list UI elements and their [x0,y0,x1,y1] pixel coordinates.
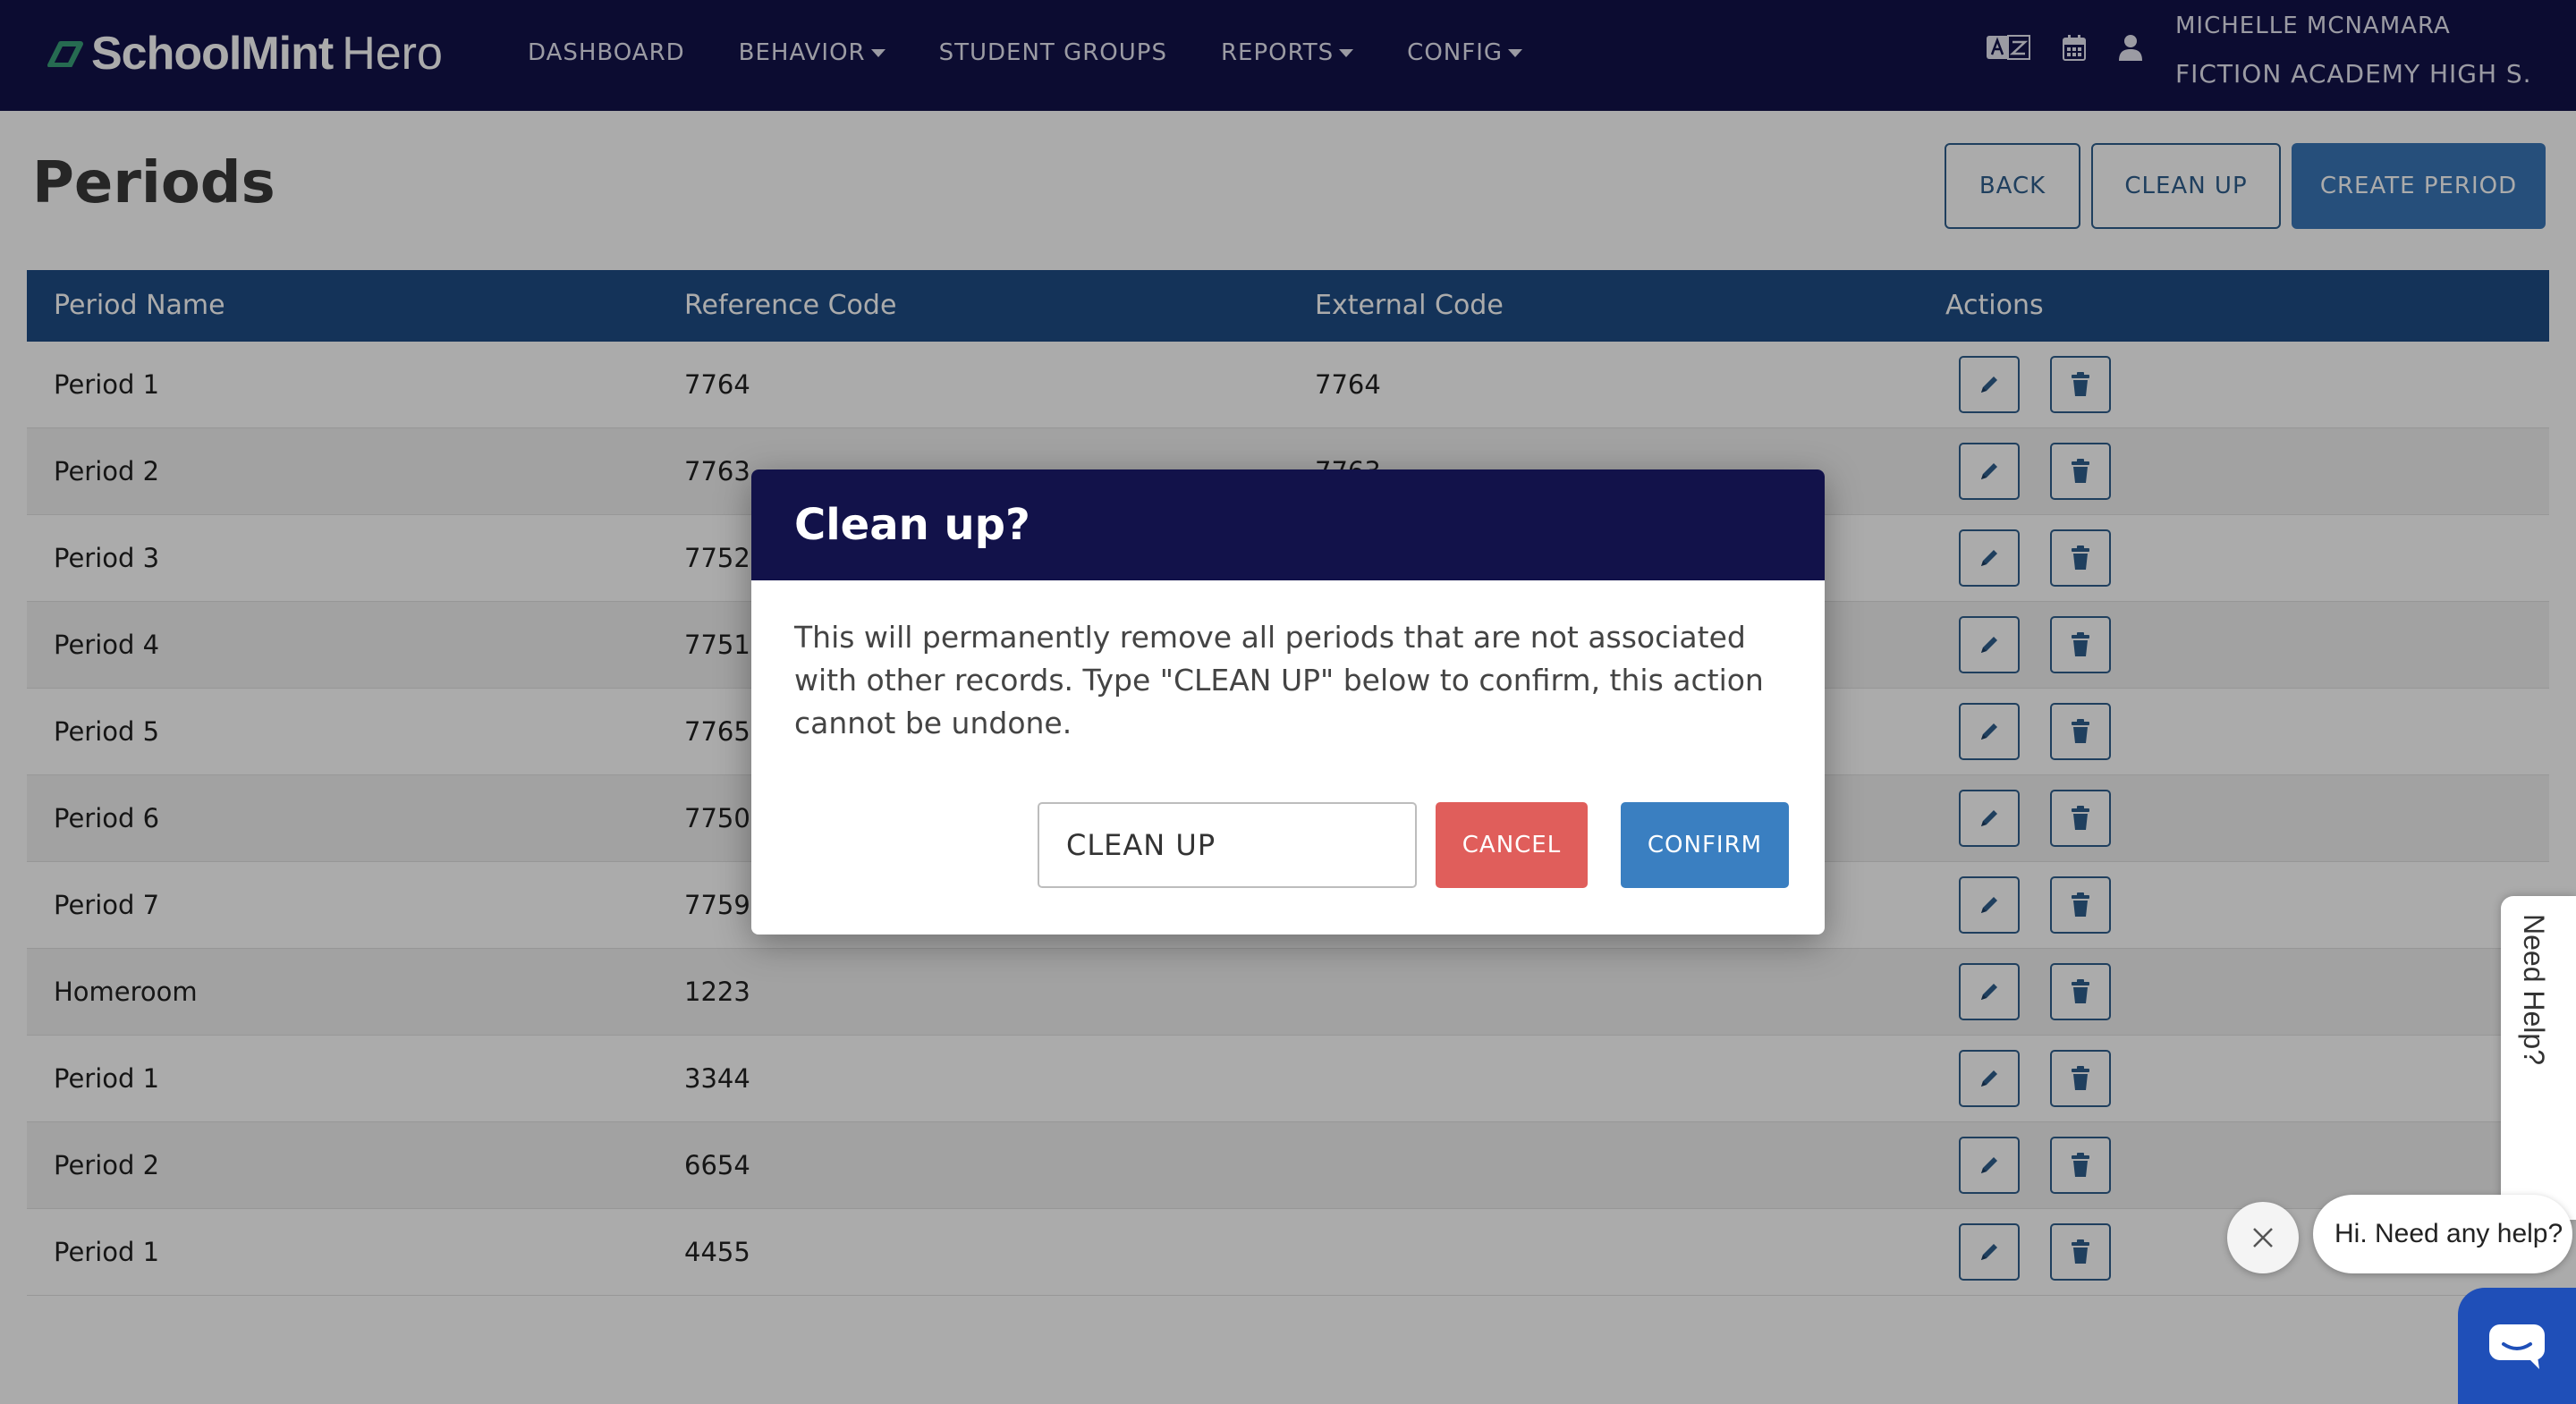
confirm-button[interactable]: CONFIRM [1621,802,1789,888]
cancel-button[interactable]: CANCEL [1436,802,1588,888]
need-help-tab[interactable]: Need Help? ‹ [2501,896,2576,1220]
chat-prompt-bubble[interactable]: Hi. Need any help? [2313,1195,2572,1273]
dialog-header: Clean up? [751,469,1825,580]
close-chat-prompt-button[interactable] [2227,1202,2299,1273]
confirm-text-input[interactable] [1038,802,1417,888]
dialog-message: This will permanently remove all periods… [794,620,1764,740]
chat-prompt-text: Hi. Need any help? [2334,1219,2563,1248]
chat-icon [2489,1324,2545,1369]
clean-up-dialog: Clean up? This will permanently remove a… [751,469,1825,935]
chat-launcher-button[interactable] [2458,1288,2576,1404]
dialog-title: Clean up? [794,500,1030,550]
close-icon [2253,1228,2273,1248]
need-help-label: Need Help? [2518,914,2550,1065]
